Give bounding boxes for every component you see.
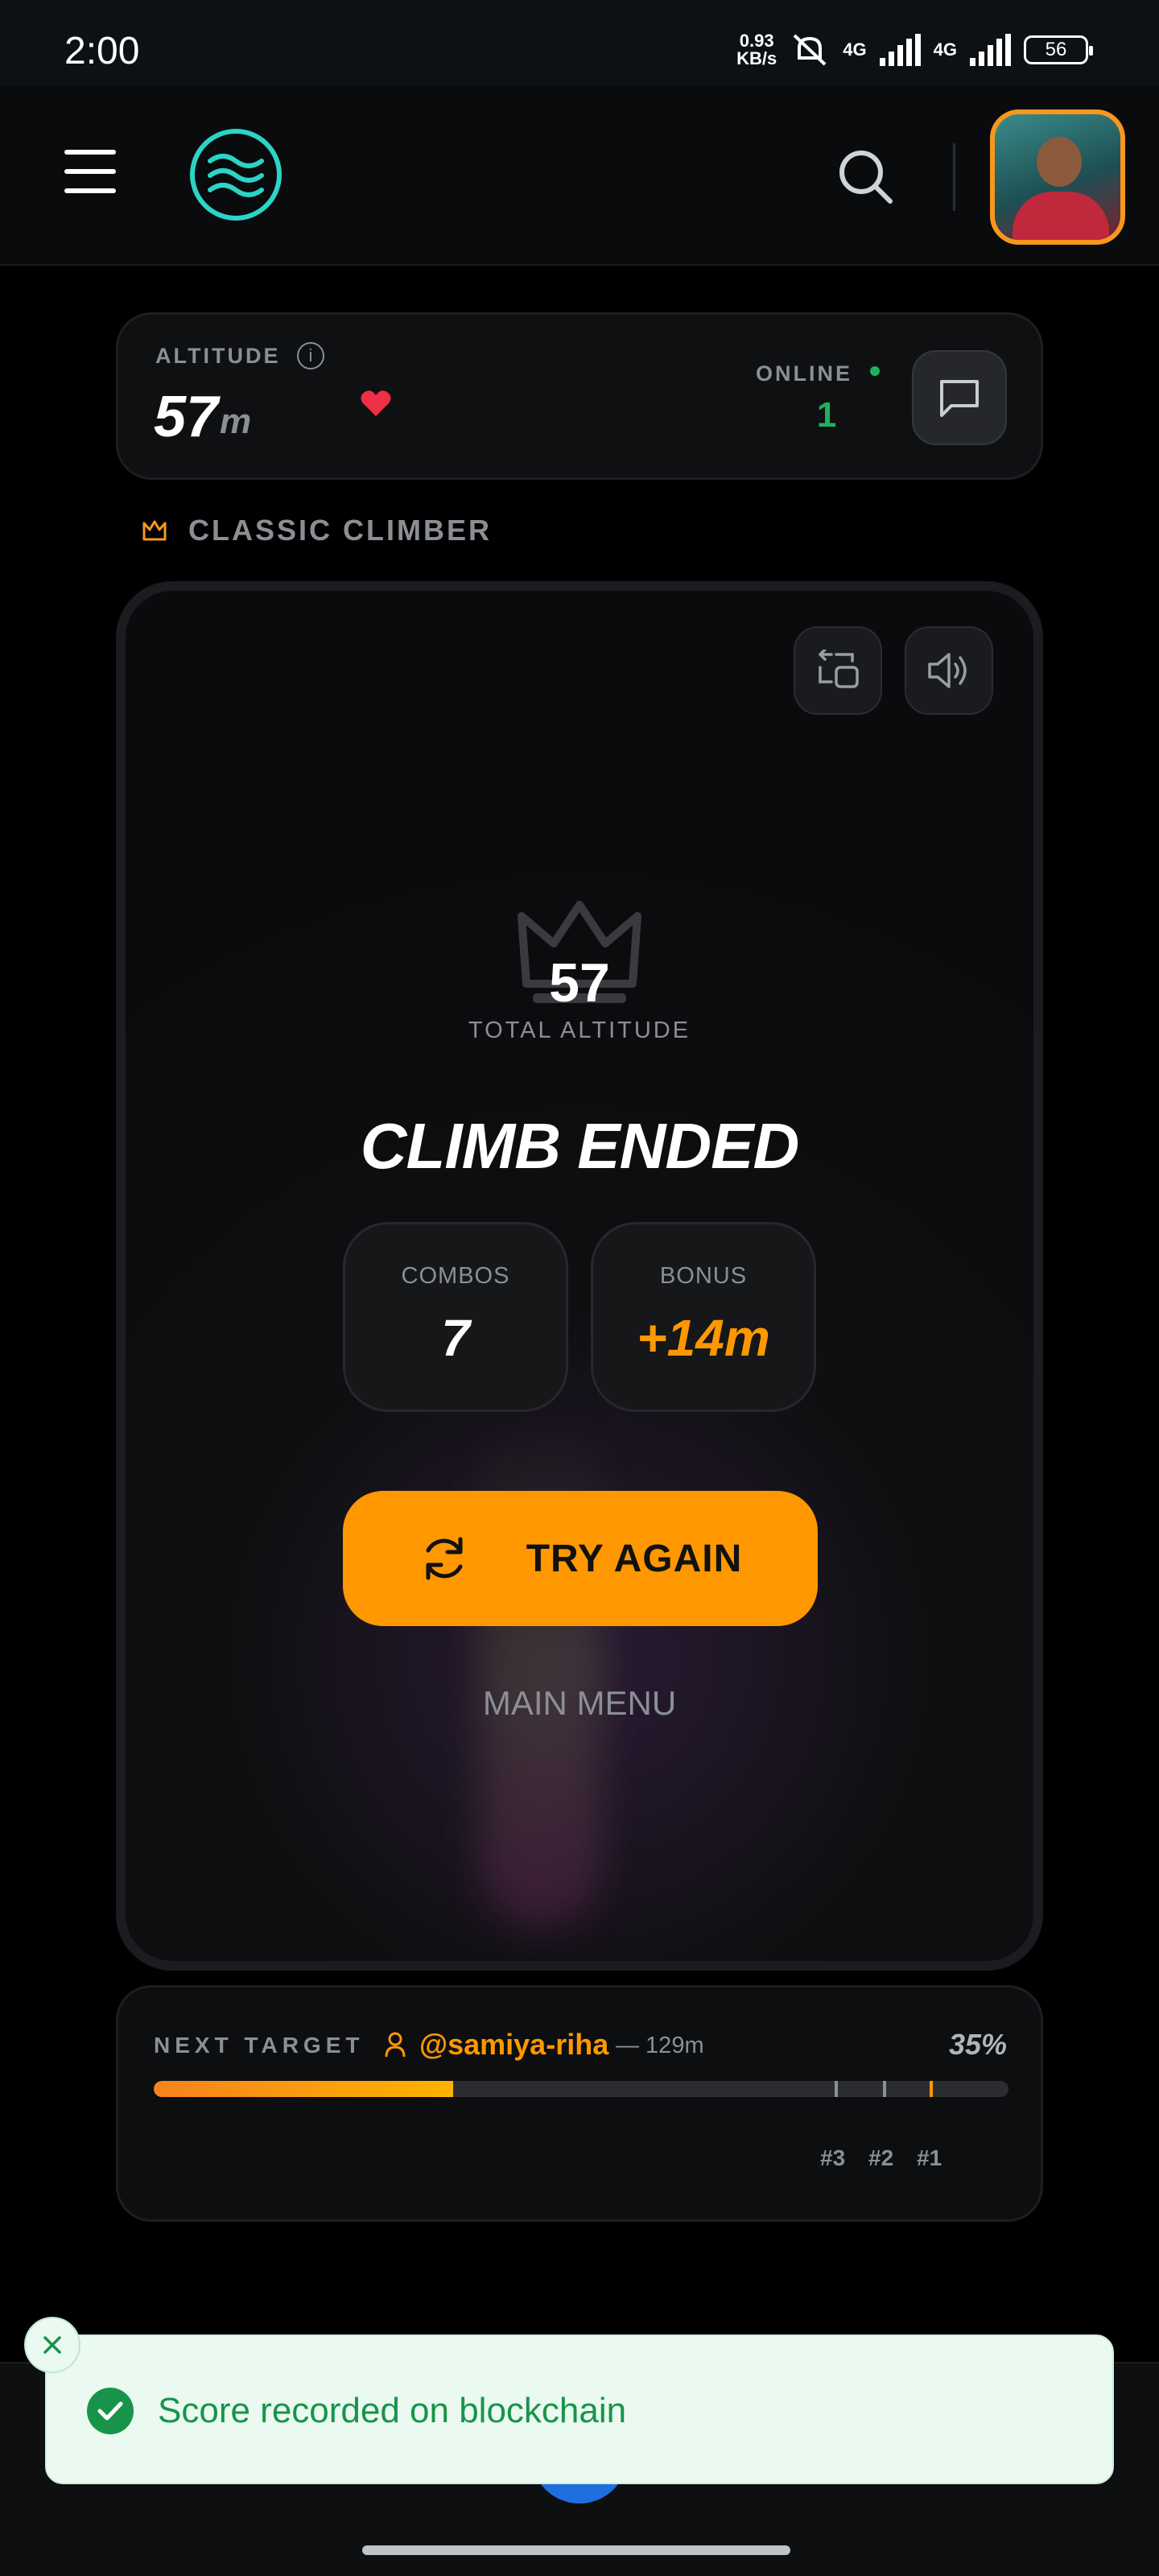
status-icons: 0.93 KB/s 4G 4G 56 <box>736 32 1093 68</box>
game-panel: 57 TOTAL ALTITUDE CLIMB ENDED COMBOS 7 B… <box>116 581 1043 1971</box>
header-divider <box>953 143 955 211</box>
combos-label: COMBOS <box>401 1263 510 1289</box>
target-progress-fill <box>154 2081 453 2097</box>
network-speed-unit: KB/s <box>736 48 777 68</box>
altitude-card: ALTITUDE i 57 m ONLINE 1 <box>116 312 1043 480</box>
target-username[interactable]: @samiya-riha <box>419 2028 608 2062</box>
battery-icon: 56 <box>1024 35 1093 64</box>
network-type-1: 4G <box>843 39 867 60</box>
altitude-unit: m <box>220 402 252 441</box>
chat-bubble-icon <box>940 380 979 417</box>
try-again-button[interactable]: TRY AGAIN <box>343 1491 818 1626</box>
online-label: ONLINE <box>756 361 853 386</box>
game-mode: CLASSIC CLIMBER <box>142 514 492 547</box>
target-distance: — 129m <box>616 2033 704 2058</box>
target-progress-percent: 35% <box>948 2028 1007 2061</box>
rank-2-label: #2 <box>868 2145 894 2170</box>
bonus-value: +14m <box>637 1309 770 1367</box>
rank-1-label: #1 <box>917 2145 942 2170</box>
swap-view-button[interactable] <box>794 626 882 715</box>
rank-3-marker <box>835 2081 838 2097</box>
bonus-stat: BONUS +14m <box>591 1222 816 1412</box>
online-status-dot <box>870 366 880 376</box>
rank-2-marker <box>883 2081 886 2097</box>
status-bar: 2:00 0.93 KB/s 4G 4G 56 <box>0 0 1159 85</box>
try-again-label: TRY AGAIN <box>526 1537 743 1580</box>
status-time: 2:00 <box>64 30 140 72</box>
bonus-label: BONUS <box>659 1263 748 1289</box>
total-altitude-value: 57 <box>549 952 610 1013</box>
network-type-2: 4G <box>933 39 957 60</box>
main-menu-link[interactable]: MAIN MENU <box>126 1684 1033 1723</box>
next-target-label: NEXT TARGET <box>154 2033 365 2058</box>
refresh-icon <box>426 1537 463 1580</box>
toast-close-button[interactable] <box>24 2317 80 2373</box>
network-speed: 0.93 KB/s <box>736 32 777 68</box>
climb-ended-title: CLIMB ENDED <box>360 1110 800 1182</box>
hamburger-menu-icon[interactable] <box>64 150 116 195</box>
signal-icon-1 <box>879 34 921 66</box>
toast-notification: Score recorded on blockchain <box>45 2334 1114 2484</box>
info-icon[interactable]: i <box>297 342 324 369</box>
battery-level: 56 <box>1045 39 1067 60</box>
app-header <box>0 85 1159 266</box>
sound-button[interactable] <box>905 626 993 715</box>
online-count: 1 <box>816 395 837 435</box>
muted-bell-icon <box>793 34 827 66</box>
signal-icon-2 <box>970 34 1011 66</box>
user-icon <box>385 2032 406 2058</box>
game-mode-label: CLASSIC CLIMBER <box>188 514 492 547</box>
check-circle-icon <box>87 2388 134 2434</box>
target-progress-bar <box>154 2081 1008 2097</box>
rank-1-marker <box>930 2081 933 2097</box>
crown-mode-icon <box>142 520 167 541</box>
next-target-card: NEXT TARGET @samiya-riha — 129m 35% #3 #… <box>116 1985 1043 2222</box>
altitude-value: 57 <box>154 385 219 449</box>
combos-stat: COMBOS 7 <box>343 1222 568 1412</box>
chat-button[interactable] <box>912 350 1007 445</box>
speaker-icon <box>928 653 967 688</box>
close-icon <box>43 2336 61 2354</box>
waves-logo-icon[interactable] <box>190 129 282 221</box>
home-indicator[interactable] <box>362 2545 790 2555</box>
total-altitude-label: TOTAL ALTITUDE <box>468 1018 691 1043</box>
search-icon[interactable] <box>837 148 893 204</box>
swap-view-icon <box>819 650 859 688</box>
combos-value: 7 <box>441 1309 470 1367</box>
heart-icon <box>361 390 391 416</box>
background-glow <box>480 1412 600 1927</box>
user-avatar[interactable] <box>990 109 1125 245</box>
toast-message: Score recorded on blockchain <box>158 2391 627 2430</box>
altitude-label: ALTITUDE <box>155 344 281 368</box>
network-speed-value: 0.93 <box>739 31 774 51</box>
rank-3-label: #3 <box>820 2145 846 2170</box>
